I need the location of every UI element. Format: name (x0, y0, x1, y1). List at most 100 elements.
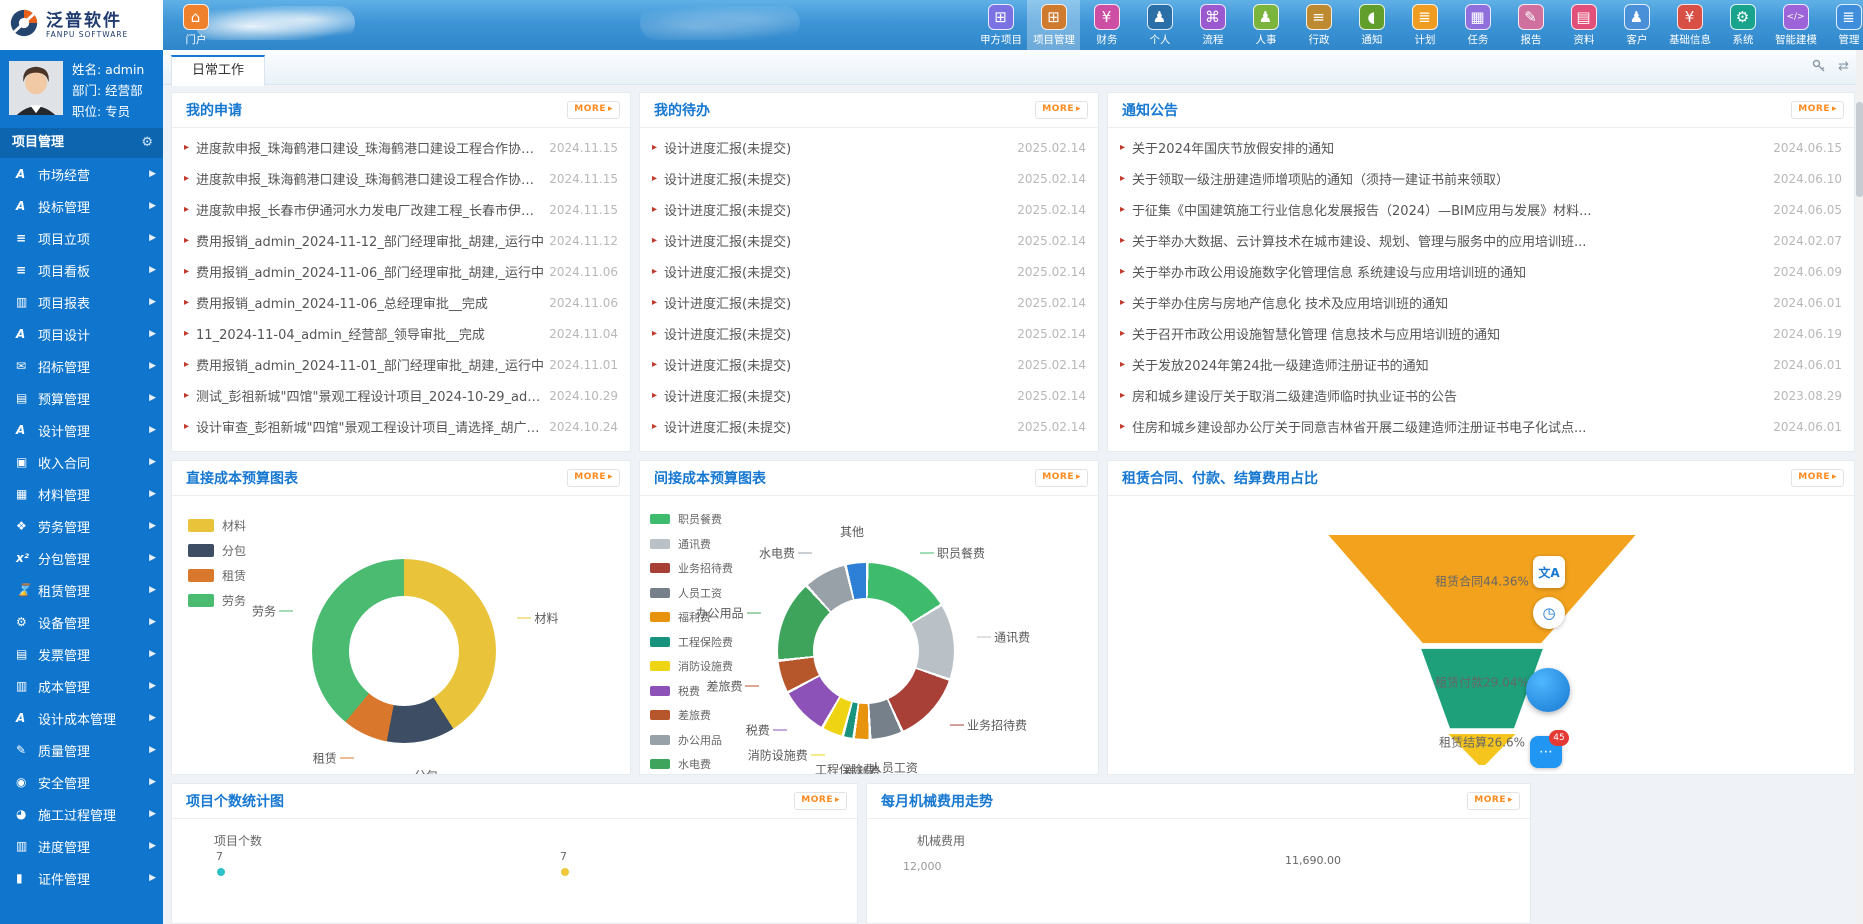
nav-item-项目管理[interactable]: ⊞项目管理 (1027, 0, 1080, 50)
chat-float-button[interactable]: ⋯ 45 (1530, 736, 1562, 768)
list-item[interactable]: ▸关于召开市政公用设施智慧化管理 信息技术与应用培训班的通知2024.06.19 (1108, 318, 1854, 349)
scrollbar-thumb[interactable] (1856, 102, 1863, 197)
sidebar-item-项目立项[interactable]: ≡项目立项▶ (0, 222, 163, 254)
avatar[interactable] (9, 61, 63, 115)
nav-item-财务[interactable]: ¥财务 (1080, 0, 1133, 50)
nav-item-客户[interactable]: ♟客户 (1610, 0, 1663, 50)
list-item[interactable]: ▸设计进度汇报(未提交)2025.02.14 (640, 349, 1098, 380)
list-item[interactable]: ▸设计审查_彭祖新城"四馆"景观工程设计项目_请选择_胡广生_2024-10-2… (172, 411, 630, 442)
nav-item-资料[interactable]: ▤资料 (1557, 0, 1610, 50)
sidebar-item-市场经营[interactable]: A市场经营▶ (0, 158, 163, 190)
list-item[interactable]: ▸费用报销_admin_2024-11-06_总经理审批__完成2024.11.… (172, 287, 630, 318)
rental-funnel-chart[interactable]: 租赁合同44.36%租赁付款29.04%租赁结算26.6% (1108, 495, 1854, 774)
expand-arrows-icon[interactable]: ⇄ (1838, 59, 1849, 77)
list-item[interactable]: ▸关于举办市政公用设施数字化管理信息 系统建设与应用培训班的通知2024.06.… (1108, 256, 1854, 287)
list-item[interactable]: ▸住房和城乡建设部办公厅关于同意吉林省开展二级建造师注册证书电子化试点...20… (1108, 411, 1854, 442)
list-item[interactable]: ▸11_2024-11-04_admin_经营部_领导审批__完成2024.11… (172, 318, 630, 349)
sidebar-item-成本管理[interactable]: ▥成本管理▶ (0, 670, 163, 702)
nav-item-个人[interactable]: ♟个人 (1133, 0, 1186, 50)
sidebar-section-header[interactable]: 项目管理 ⚙ (0, 128, 163, 158)
more-button[interactable]: MORE (1467, 792, 1520, 810)
nav-item-基础信息[interactable]: ¥基础信息 (1663, 0, 1716, 50)
sidebar-item-分包管理[interactable]: x²分包管理▶ (0, 542, 163, 574)
nav-item-报告[interactable]: ✎报告 (1504, 0, 1557, 50)
donut-ring[interactable] (778, 563, 954, 739)
nav-item-系统[interactable]: ⚙系统 (1716, 0, 1769, 50)
list-item[interactable]: ▸进度款申报_珠海鹤港口建设_珠海鹤港口建设工程合作协议书_admin_...2… (172, 132, 630, 163)
sidebar-item-设计成本管理[interactable]: A设计成本管理▶ (0, 702, 163, 734)
sidebar-item-材料管理[interactable]: ▦材料管理▶ (0, 478, 163, 510)
sidebar-item-进度管理[interactable]: ▥进度管理▶ (0, 830, 163, 862)
list-item[interactable]: ▸设计进度汇报(未提交)2025.02.14 (640, 132, 1098, 163)
sidebar-item-收入合同[interactable]: ▣收入合同▶ (0, 446, 163, 478)
sidebar-item-设备管理[interactable]: ⚙设备管理▶ (0, 606, 163, 638)
nav-item-流程[interactable]: ⌘流程 (1186, 0, 1239, 50)
list-item[interactable]: ▸设计进度汇报(未提交)2025.02.14 (640, 318, 1098, 349)
list-item[interactable]: ▸关于举办大数据、云计算技术在城市建设、规划、管理与服务中的应用培训班...20… (1108, 225, 1854, 256)
nav-item-行政[interactable]: ≡行政 (1292, 0, 1345, 50)
more-button[interactable]: MORE (567, 101, 620, 119)
more-button[interactable]: MORE (794, 792, 847, 810)
list-item[interactable]: ▸房和城乡建设厅关于取消二级建造师临时执业证书的公告2023.08.29 (1108, 380, 1854, 411)
project-count-chart[interactable]: 项目个数 77 (172, 818, 857, 923)
list-item[interactable]: ▸费用报销_admin_2024-11-01_部门经理审批_胡建,_运行中202… (172, 349, 630, 380)
sidebar-item-安全管理[interactable]: ◉安全管理▶ (0, 766, 163, 798)
list-item[interactable]: ▸费用报销_admin_2024-11-06_部门经理审批_胡建,_运行中202… (172, 256, 630, 287)
list-item[interactable]: ▸关于发放2024年第24批一级建造师注册证书的通知2024.06.01 (1108, 349, 1854, 380)
more-button[interactable]: MORE (1035, 469, 1088, 487)
key-icon[interactable] (1812, 59, 1826, 77)
sidebar-item-预算管理[interactable]: ▤预算管理▶ (0, 382, 163, 414)
nav-item-计划[interactable]: ≣计划 (1398, 0, 1451, 50)
gear-icon[interactable]: ⚙ (141, 128, 153, 158)
nav-item-智能建模[interactable]: </>智能建模 (1769, 0, 1822, 50)
sidebar-item-劳务管理[interactable]: ❖劳务管理▶ (0, 510, 163, 542)
more-button[interactable]: MORE (1791, 101, 1844, 119)
list-item[interactable]: ▸设计进度汇报(未提交)2025.02.14 (640, 411, 1098, 442)
sidebar-item-项目报表[interactable]: ▥项目报表▶ (0, 286, 163, 318)
machine-cost-chart[interactable]: 机械费用 12,000 11,690.00 (867, 818, 1530, 923)
list-item[interactable]: ▸测试_彭祖新城"四馆"景观工程设计项目_2024-10-29_admin_结束… (172, 380, 630, 411)
list-item[interactable]: ▸设计进度汇报(未提交)2025.02.14 (640, 225, 1098, 256)
nav-item-门户[interactable]: ⌂门户 (169, 0, 222, 50)
list-item[interactable]: ▸关于领取一级注册建造师增项贴的通知（须持一建证书前来领取）2024.06.10 (1108, 163, 1854, 194)
list-item[interactable]: ▸关于2024年国庆节放假安排的通知2024.06.15 (1108, 132, 1854, 163)
more-button[interactable]: MORE (1035, 101, 1088, 119)
list-item[interactable]: ▸设计进度汇报(未提交)2025.02.14 (640, 194, 1098, 225)
sidebar-item-项目设计[interactable]: A项目设计▶ (0, 318, 163, 350)
sidebar-item-发票管理[interactable]: ▤发票管理▶ (0, 638, 163, 670)
sidebar-item-项目看板[interactable]: ≡项目看板▶ (0, 254, 163, 286)
list-item[interactable]: ▸于征集《中国建筑施工行业信息化发展报告（2024）—BIM应用与发展》材料..… (1108, 194, 1854, 225)
sidebar-item-质量管理[interactable]: ✎质量管理▶ (0, 734, 163, 766)
list-item[interactable]: ▸费用报销_admin_2024-11-12_部门经理审批_胡建,_运行中202… (172, 225, 630, 256)
list-item[interactable]: ▸设计进度汇报(未提交)2025.02.14 (640, 256, 1098, 287)
translate-float-button[interactable]: 文A (1533, 556, 1565, 588)
sidebar-item-设计管理[interactable]: A设计管理▶ (0, 414, 163, 446)
utility-float-button[interactable]: ◷ (1533, 597, 1565, 629)
list-item[interactable]: ▸进度款申报_长春市伊通河水力发电厂改建工程_长春市伊通河水力发电...2024… (172, 194, 630, 225)
sidebar-item-证件管理[interactable]: ▮证件管理▶ (0, 862, 163, 894)
nav-item-通知[interactable]: ◖通知 (1345, 0, 1398, 50)
nav-item-管理[interactable]: ≣管理 (1822, 0, 1863, 50)
list-item[interactable]: ▸关于举办住房与房地产信息化 技术及应用培训班的通知2024.06.01 (1108, 287, 1854, 318)
list-item[interactable]: ▸设计进度汇报(未提交)2025.02.14 (640, 380, 1098, 411)
list-item[interactable]: ▸进度款申报_珠海鹤港口建设_珠海鹤港口建设工程合作协议书_admin_...2… (172, 163, 630, 194)
sidebar-item-租赁管理[interactable]: ⌛租赁管理▶ (0, 574, 163, 606)
scrollbar-track[interactable] (1856, 50, 1863, 924)
data-point[interactable] (561, 868, 569, 876)
indirect-cost-donut-chart[interactable]: 职员餐费通讯费业务招待费人员工资福利费工程保险费消防设施费税费差旅费办公用品水电… (640, 495, 1098, 774)
data-point[interactable] (217, 868, 225, 876)
nav-item-甲方项目[interactable]: ⊞甲方项目 (974, 0, 1027, 50)
sidebar-item-投标管理[interactable]: A投标管理▶ (0, 190, 163, 222)
direct-cost-donut-chart[interactable]: 材料分包租赁劳务 材料分包租赁劳务 (172, 495, 630, 774)
sidebar-item-施工过程管理[interactable]: ◕施工过程管理▶ (0, 798, 163, 830)
donut-ring[interactable] (312, 559, 496, 743)
more-button[interactable]: MORE (567, 469, 620, 487)
nav-item-任务[interactable]: ▦任务 (1451, 0, 1504, 50)
list-item[interactable]: ▸设计进度汇报(未提交)2025.02.14 (640, 163, 1098, 194)
tab-daily-work[interactable]: 日常工作 (171, 55, 265, 86)
sidebar-item-招标管理[interactable]: ✉招标管理▶ (0, 350, 163, 382)
assistant-float-button[interactable] (1526, 668, 1570, 712)
list-item[interactable]: ▸设计进度汇报(未提交)2025.02.14 (640, 287, 1098, 318)
more-button[interactable]: MORE (1791, 469, 1844, 487)
nav-item-人事[interactable]: ♟人事 (1239, 0, 1292, 50)
